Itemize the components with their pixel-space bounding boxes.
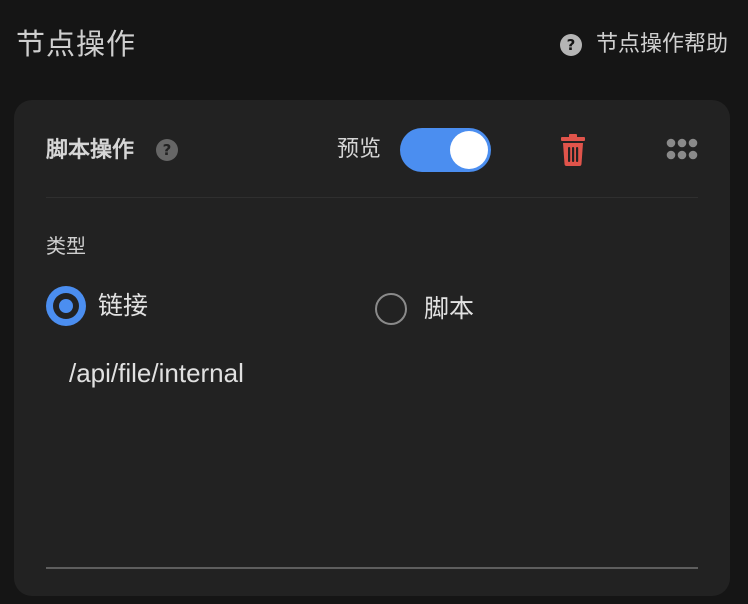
radio-label: 脚本 bbox=[424, 294, 475, 323]
help-link[interactable]: ? 节点操作帮助 bbox=[559, 30, 728, 60]
card-title: 脚本操作 bbox=[46, 138, 135, 163]
radio-selected-icon bbox=[46, 286, 86, 326]
input-underline bbox=[46, 567, 698, 569]
header-divider bbox=[46, 197, 698, 198]
trash-icon[interactable] bbox=[560, 134, 586, 166]
preview-toggle[interactable] bbox=[400, 128, 491, 172]
question-circle-icon[interactable]: ? bbox=[156, 139, 178, 161]
help-link-label: 节点操作帮助 bbox=[595, 32, 728, 57]
page-title: 节点操作 bbox=[16, 27, 137, 61]
node-operations-page: 节点操作 ? 节点操作帮助 脚本操作 ? 预览 类型 链接 脚本 /api/fi… bbox=[0, 0, 748, 604]
radio-label: 链接 bbox=[98, 291, 149, 320]
script-operation-card: 脚本操作 ? 预览 类型 链接 脚本 /api/file/internal bbox=[14, 100, 730, 596]
grip-dots-icon[interactable] bbox=[666, 138, 698, 160]
question-circle-icon: ? bbox=[559, 34, 582, 56]
radio-option-link[interactable]: 链接 bbox=[46, 286, 148, 326]
toggle-knob bbox=[450, 131, 488, 169]
radio-option-script[interactable]: 脚本 bbox=[375, 291, 474, 327]
card-header: 脚本操作 ? 预览 bbox=[14, 100, 730, 198]
radio-unselected-icon bbox=[375, 293, 407, 325]
type-label: 类型 bbox=[46, 234, 86, 258]
preview-label: 预览 bbox=[337, 137, 382, 162]
link-value[interactable]: /api/file/internal bbox=[69, 356, 244, 390]
